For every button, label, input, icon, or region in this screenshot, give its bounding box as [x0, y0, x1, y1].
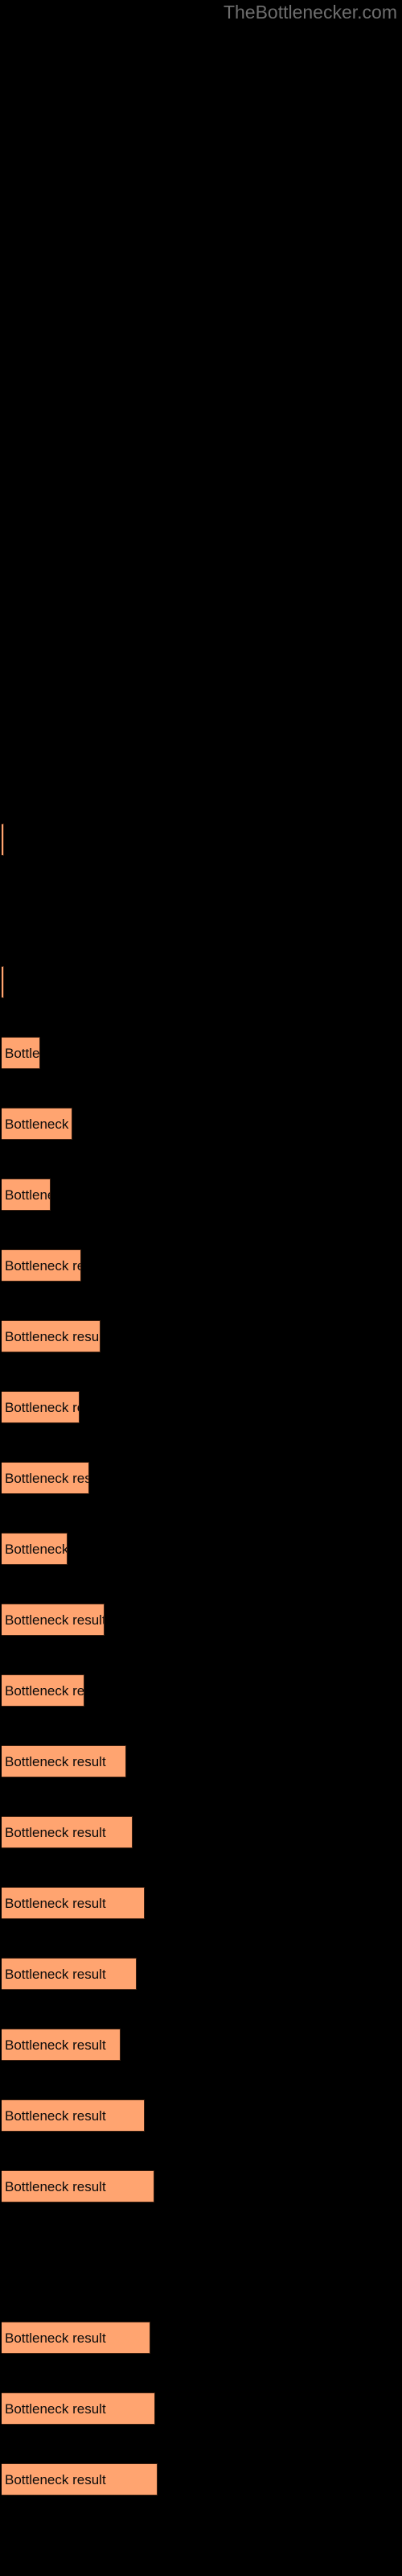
bar-label: Bottleneck result [5, 1967, 106, 1982]
bar: Bottleneck result [2, 2322, 150, 2354]
bar-label: Bottleneck result [5, 2401, 106, 2417]
bar-label: Bottleneck result [5, 2037, 106, 2053]
bar-label: Bottleneck result [5, 2179, 106, 2194]
bar-chart-plot-area: Bottleneck result Bottleneck result Bottle… [0, 0, 402, 2576]
bar: Bottleneck result [2, 1108, 72, 1140]
bar-label: Bottleneck result [5, 1329, 100, 1344]
bar-label: Bottleneck result [5, 1754, 106, 1769]
bar: Bottleneck result [2, 1179, 51, 1211]
bar: Bottleneck result [2, 1249, 81, 1282]
bar: Bottleneck result [2, 1674, 84, 1707]
bar-label: Bottleneck result [5, 2330, 106, 2346]
bar-label: Bottleneck result [5, 1542, 68, 1557]
bar: Bottleneck result [2, 2099, 145, 2132]
bar-label: Bottleneck result [5, 1046, 40, 1061]
bar-label: Bottleneck result [5, 1825, 106, 1840]
bar: Bottleneck result [2, 2392, 155, 2425]
bottleneck-chart-page: TheBottlenecker.com Bottleneck resultBot… [0, 0, 402, 2576]
bar: Bottleneck result [2, 1391, 80, 1423]
bar-label: Bottleneck result [5, 1612, 105, 1628]
bar-label: Bottleneck result [5, 1258, 80, 1274]
bar: Bottleneck result [2, 2170, 154, 2202]
bar-label: Bottleneck result [5, 1117, 72, 1132]
bar: Bottleneck result [2, 1320, 100, 1352]
bar: Bottleneck result [2, 1816, 133, 1848]
bar-label: Bottleneck result [5, 1187, 50, 1203]
bar: Bottleneck result [2, 2029, 121, 2061]
bar: Bottleneck result [2, 1958, 137, 1990]
bar: Bottleneck result [2, 2463, 158, 2496]
bar-label: Bottleneck result [5, 2108, 106, 2124]
bar-label: Bottleneck result [5, 1400, 79, 1415]
bar: Bottleneck result [2, 966, 4, 998]
bar-label: Bottleneck result [5, 1683, 84, 1699]
bar: Bottleneck result [2, 1037, 40, 1069]
bar-label: Bottleneck result [5, 1896, 106, 1911]
bar-label: Bottleneck result [5, 2472, 106, 2487]
bar: Bottleneck result [2, 1745, 126, 1777]
bar: Bottleneck result [2, 1604, 105, 1636]
bar: Bottleneck result [2, 1462, 89, 1494]
bar: Bottleneck result [2, 1887, 145, 1919]
bar: Bottleneck result [2, 1533, 68, 1565]
bar: Bottleneck result [2, 824, 4, 856]
bar-label: Bottleneck result [5, 1471, 88, 1486]
